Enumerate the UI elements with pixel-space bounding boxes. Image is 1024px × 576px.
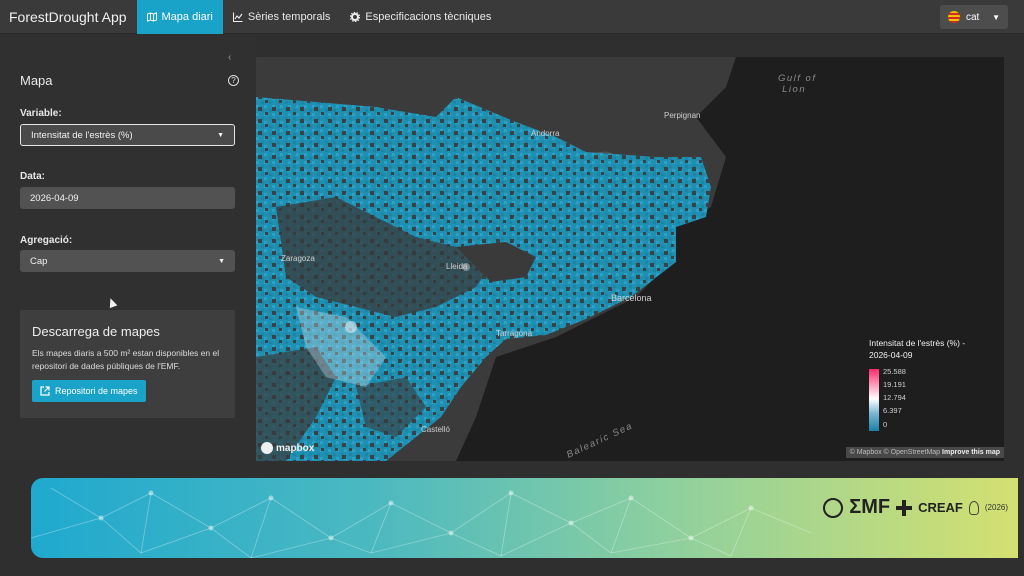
aggregation-label: Agregació: — [20, 235, 73, 246]
date-input[interactable]: 2026-04-09 — [20, 187, 235, 209]
caret-down-icon: ▼ — [218, 257, 225, 265]
download-card: Descarrega de mapes Els mapes diaris a 5… — [20, 310, 235, 418]
tab-series-temporals[interactable]: Sèries temporals — [223, 0, 341, 34]
download-text: Els mapes diaris a 500 m² estan disponib… — [32, 348, 220, 371]
legend-date: 2026-04-09 — [869, 350, 913, 360]
attribution-text[interactable]: © Mapbox © OpenStreetMap — [850, 449, 940, 456]
place-perpignan: Perpignan — [664, 111, 701, 120]
aggregation-value: Cap — [30, 255, 48, 267]
tab-label: Especificacions tècniques — [365, 10, 492, 23]
mapbox-wordmark: mapbox — [276, 442, 315, 454]
collapse-sidebar-icon[interactable]: ‹ — [228, 52, 231, 63]
gear-icon — [350, 11, 361, 22]
tab-label: Mapa diari — [161, 10, 213, 23]
legend-tick: 6.397 — [883, 406, 902, 415]
partner-logos: ΣMF CREAF (2026) — [823, 496, 1008, 519]
variable-select[interactable]: Intensitat de l'estrès (%) ▼ — [20, 124, 235, 146]
place-barcelona: Barcelona — [611, 293, 652, 303]
language-dropdown[interactable]: cat ▼ — [940, 5, 1008, 29]
creaf-logo[interactable]: CREAF — [918, 500, 963, 515]
legend-tick: 0 — [883, 420, 888, 429]
bulb-icon — [968, 500, 979, 515]
legend-tick: 19.191 — [883, 380, 906, 389]
logo-year: (2026) — [984, 503, 1008, 512]
legend-tick: 25.588 — [883, 367, 906, 376]
mapbox-icon — [261, 442, 273, 454]
aggregation-select[interactable]: Cap ▼ — [20, 250, 235, 272]
footer-banner: ΣMF CREAF (2026) — [31, 478, 1018, 558]
gulf-of-lion-label: Gulf of Lion — [778, 73, 817, 95]
legend-color-bar — [869, 369, 879, 431]
map-attribution: © Mapbox © OpenStreetMap Improve this ma… — [845, 447, 1004, 458]
mapbox-logo[interactable]: mapbox — [261, 442, 314, 454]
map-legend: Intensitat de l'estrès (%) - 2026-04-09 … — [869, 337, 999, 431]
map-view[interactable]: Gulf of Lion Balearic Sea Perpignan Ando… — [256, 57, 1004, 461]
tab-mapa-diari[interactable]: Mapa diari — [136, 0, 223, 34]
caret-down-icon: ▼ — [992, 12, 1000, 22]
catalan-flag-icon — [948, 11, 960, 23]
place-zaragoza: Zaragoza — [281, 254, 315, 263]
app-brand[interactable]: ForestDrought App — [0, 0, 137, 34]
improve-map-link[interactable]: Improve this map — [942, 449, 1000, 456]
legend-title: Intensitat de l'estrès (%) - — [869, 338, 966, 348]
date-label: Data: — [20, 171, 46, 182]
external-link-icon — [40, 386, 50, 396]
creaf-cross-icon — [896, 499, 913, 516]
repository-button[interactable]: Repositori de mapes — [32, 380, 146, 402]
variable-value: Intensitat de l'estrès (%) — [31, 129, 133, 141]
question-circle-icon[interactable]: ? — [228, 75, 239, 86]
place-andorra: Andorra — [531, 129, 560, 138]
date-value: 2026-04-09 — [30, 192, 79, 204]
repository-button-label: Repositori de mapes — [55, 386, 138, 396]
emf-emblem-icon — [823, 497, 844, 518]
legend-tick: 12.794 — [883, 393, 906, 402]
place-lleida: Lleida — [446, 262, 468, 271]
emf-logo[interactable]: ΣMF — [849, 496, 890, 519]
panel-title: Mapa — [20, 73, 53, 88]
download-title: Descarrega de mapes — [32, 324, 160, 339]
place-castello: Castelló — [421, 425, 450, 434]
map-icon — [146, 11, 157, 22]
variable-label: Variable: — [20, 108, 62, 119]
top-navbar: ForestDrought App Mapa diari Sèries temp… — [0, 0, 1024, 34]
language-label: cat — [966, 11, 980, 23]
tab-especificacions[interactable]: Especificacions tècniques — [340, 0, 501, 34]
place-tarragona: Tarragona — [496, 329, 533, 338]
line-chart-icon — [232, 12, 243, 22]
caret-down-icon: ▼ — [217, 131, 224, 139]
tab-label: Sèries temporals — [247, 10, 331, 23]
